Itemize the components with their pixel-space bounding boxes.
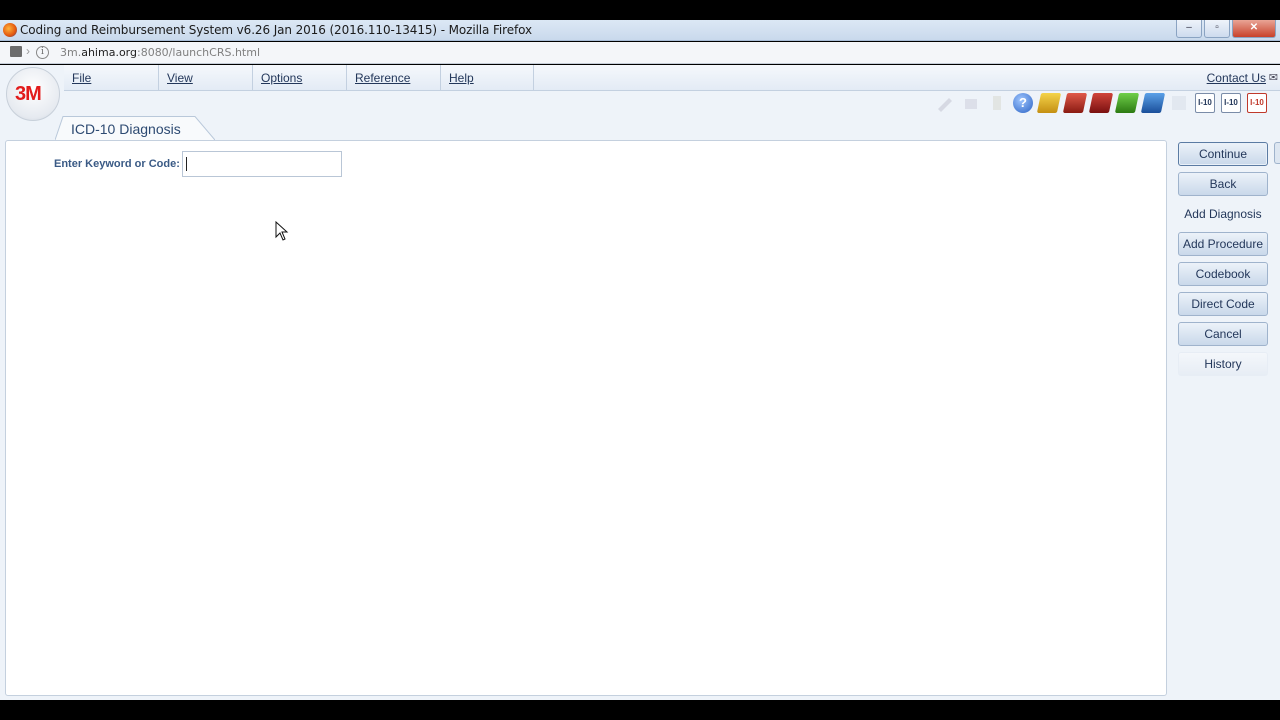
address-bar[interactable]: › i 3m.ahima.org:8080/launchCRS.html (0, 42, 1280, 64)
pencil-icon[interactable] (935, 93, 955, 113)
toolbar: ? I-10 I-10 I-10 (935, 92, 1280, 116)
tab-label: ICD-10 Diagnosis (71, 121, 181, 137)
menu-reference-label: Reference (355, 71, 411, 85)
menu-view[interactable]: View (159, 65, 253, 91)
url-host: 3m. (60, 46, 82, 59)
menu-reference[interactable]: Reference (347, 65, 441, 91)
firefox-icon (3, 23, 17, 37)
book-green-icon[interactable] (1114, 93, 1140, 113)
direct-code-button[interactable]: Direct Code (1178, 292, 1268, 316)
3m-logo: 3M (6, 67, 60, 121)
menu-options[interactable]: Options (253, 65, 347, 91)
book-red-icon[interactable] (1062, 93, 1088, 113)
sidebar-scroll-handle[interactable] (1274, 142, 1280, 164)
crs-application: File View Options Reference Help Contact… (0, 65, 1280, 700)
action-sidebar: Continue Back Add Diagnosis Add Procedur… (1172, 140, 1280, 700)
keyword-input[interactable] (182, 151, 342, 177)
page-faded-icon[interactable] (1169, 93, 1189, 113)
menu-help-label: Help (449, 71, 474, 85)
url-text[interactable]: 3m.ahima.org:8080/launchCRS.html (60, 46, 260, 59)
chevron-right-icon: › (26, 44, 30, 58)
note-icon[interactable] (987, 93, 1007, 113)
tab-icd10-diagnosis[interactable]: ICD-10 Diagnosis (55, 116, 215, 141)
book-blue-icon[interactable] (1140, 93, 1166, 113)
history-button[interactable]: History (1178, 352, 1268, 376)
help-icon[interactable]: ? (1013, 93, 1033, 113)
window-title: Coding and Reimbursement System v6.26 Ja… (20, 23, 533, 37)
continue-button[interactable]: Continue (1178, 142, 1268, 166)
page-icon (10, 46, 22, 57)
add-procedure-button[interactable]: Add Procedure (1178, 232, 1268, 256)
window-titlebar: Coding and Reimbursement System v6.26 Ja… (0, 20, 1280, 41)
book-yellow-icon[interactable] (1036, 93, 1062, 113)
email-icon[interactable]: ✉ (1269, 71, 1278, 84)
book-darkred-icon[interactable] (1088, 93, 1114, 113)
url-path: :8080/launchCRS.html (136, 46, 261, 59)
contact-us-link[interactable]: Contact Us (1207, 71, 1266, 85)
info-icon[interactable]: i (36, 46, 49, 59)
window-controls: ‒ ▫ ✕ (1176, 20, 1276, 38)
menu-file-label: File (72, 71, 92, 85)
screen: Coding and Reimbursement System v6.26 Ja… (0, 0, 1280, 720)
menu-file[interactable]: File (64, 65, 159, 91)
logo-text: 3M (15, 83, 42, 105)
codebook-button[interactable]: Codebook (1178, 262, 1268, 286)
bottom-letterbox (0, 700, 1280, 720)
maximize-button[interactable]: ▫ (1204, 20, 1230, 38)
icd10-pcs-icon[interactable]: I-10 (1247, 93, 1267, 113)
close-button[interactable]: ✕ (1232, 20, 1276, 38)
mouse-pointer-icon (275, 221, 289, 241)
menu-view-label: View (167, 71, 193, 85)
keyword-label: Enter Keyword or Code: (54, 158, 180, 170)
top-letterbox (0, 0, 1280, 20)
minimize-button[interactable]: ‒ (1176, 20, 1202, 38)
url-domain: ahima.org (81, 46, 137, 59)
diagnosis-panel: Enter Keyword or Code: (5, 140, 1167, 696)
back-button[interactable]: Back (1178, 172, 1268, 196)
icd10-search-icon[interactable]: I-10 (1221, 93, 1241, 113)
cancel-button[interactable]: Cancel (1178, 322, 1268, 346)
menu-help[interactable]: Help (441, 65, 534, 91)
add-diagnosis-button[interactable]: Add Diagnosis (1178, 202, 1268, 226)
menu-bar: File View Options Reference Help Contact… (64, 65, 1280, 91)
text-caret (186, 157, 187, 171)
menu-options-label: Options (261, 71, 303, 85)
edit-icon[interactable] (961, 93, 981, 113)
icd10-book-icon[interactable]: I-10 (1195, 93, 1215, 113)
